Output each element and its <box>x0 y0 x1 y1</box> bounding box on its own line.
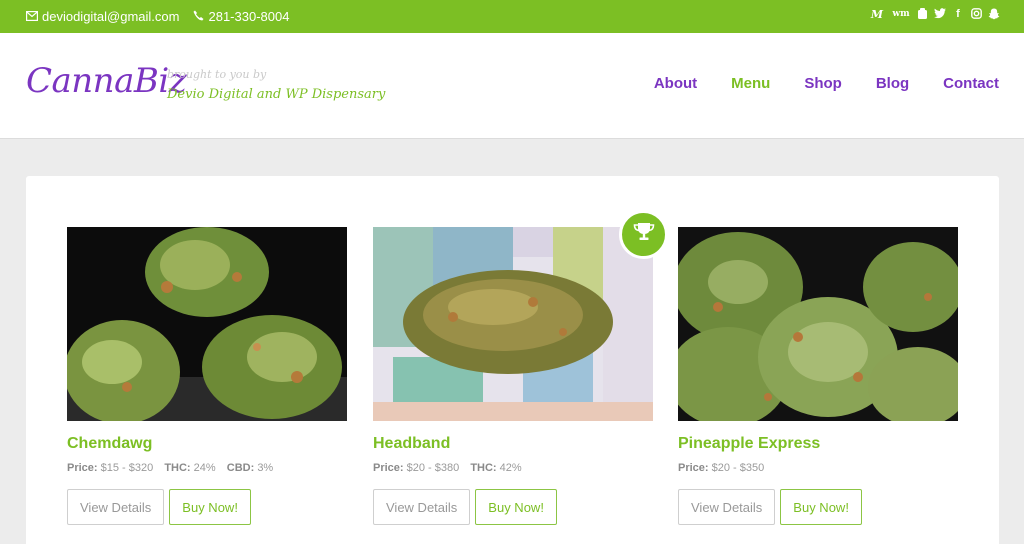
product-actions: View Details Buy Now! <box>373 489 653 525</box>
product-image[interactable] <box>67 227 347 421</box>
price-label: Price: <box>373 462 404 474</box>
weedmaps-icon[interactable]: M <box>868 8 886 21</box>
view-details-button[interactable]: View Details <box>678 489 776 525</box>
leafly-icon[interactable] <box>916 8 928 21</box>
site-logo[interactable]: CannaBiz <box>26 61 187 101</box>
trophy-icon <box>633 222 655 247</box>
product-meta: Price: $20 - $350 <box>678 462 958 476</box>
wm-icon[interactable]: wm <box>892 8 910 21</box>
product-card-headband: Headband Price: $20 - $380 THC: 42% View… <box>373 227 653 525</box>
buy-now-button[interactable]: Buy Now! <box>169 489 251 525</box>
nav-about[interactable]: About <box>654 75 697 92</box>
view-details-button[interactable]: View Details <box>373 489 471 525</box>
price-label: Price: <box>678 462 709 474</box>
product-meta: Price: $15 - $320 THC: 24% CBD: 3% <box>67 462 347 476</box>
product-actions: View Details Buy Now! <box>67 489 347 525</box>
product-meta: Price: $20 - $380 THC: 42% <box>373 462 653 476</box>
phone-icon <box>193 10 204 24</box>
price-label: Price: <box>67 462 98 474</box>
contact-info: deviodigital@gmail.com 281-330-8004 <box>26 9 289 24</box>
product-name[interactable]: Chemdawg <box>67 435 347 455</box>
snapchat-icon[interactable] <box>988 8 1000 21</box>
thc-value: 42% <box>499 462 522 474</box>
instagram-icon[interactable] <box>970 8 982 21</box>
nav-contact[interactable]: Contact <box>943 75 999 92</box>
product-card-chemdawg: Chemdawg Price: $15 - $320 THC: 24% CBD:… <box>67 227 347 525</box>
products-panel: Chemdawg Price: $15 - $320 THC: 24% CBD:… <box>26 176 999 544</box>
view-details-button[interactable]: View Details <box>67 489 165 525</box>
product-card-pineapple-express: Pineapple Express Price: $20 - $350 View… <box>678 227 958 525</box>
cbd-value: 3% <box>257 462 274 474</box>
main-nav: About Menu Shop Blog Contact <box>654 75 999 92</box>
featured-badge <box>619 210 668 259</box>
tagline-company: Devio Digital and WP Dispensary <box>167 87 386 102</box>
price-value: $20 - $350 <box>711 462 765 474</box>
price-value: $20 - $380 <box>406 462 460 474</box>
thc-label: THC: <box>164 462 191 474</box>
site-header: CannaBiz brought to you by Devio Digital… <box>0 33 1024 139</box>
product-name[interactable]: Pineapple Express <box>678 435 958 455</box>
buy-now-button[interactable]: Buy Now! <box>475 489 557 525</box>
nav-shop[interactable]: Shop <box>804 75 842 92</box>
cbd-label: CBD: <box>226 462 255 474</box>
nav-menu[interactable]: Menu <box>731 75 770 92</box>
social-links: M wm f <box>868 8 1000 21</box>
price-value: $15 - $320 <box>100 462 154 474</box>
product-actions: View Details Buy Now! <box>678 489 958 525</box>
nav-blog[interactable]: Blog <box>876 75 909 92</box>
tagline-brought-by: brought to you by <box>167 68 267 81</box>
twitter-icon[interactable] <box>934 8 946 21</box>
email-link[interactable]: deviodigital@gmail.com <box>42 9 179 24</box>
facebook-icon[interactable]: f <box>952 8 964 21</box>
thc-label: THC: <box>470 462 497 474</box>
buy-now-button[interactable]: Buy Now! <box>780 489 862 525</box>
product-image[interactable] <box>678 227 958 421</box>
thc-value: 24% <box>193 462 216 474</box>
product-name[interactable]: Headband <box>373 435 653 455</box>
top-bar: deviodigital@gmail.com 281-330-8004 M wm… <box>0 0 1024 33</box>
phone-link[interactable]: 281-330-8004 <box>208 9 289 24</box>
envelope-icon <box>26 10 39 24</box>
product-image[interactable] <box>373 227 653 421</box>
